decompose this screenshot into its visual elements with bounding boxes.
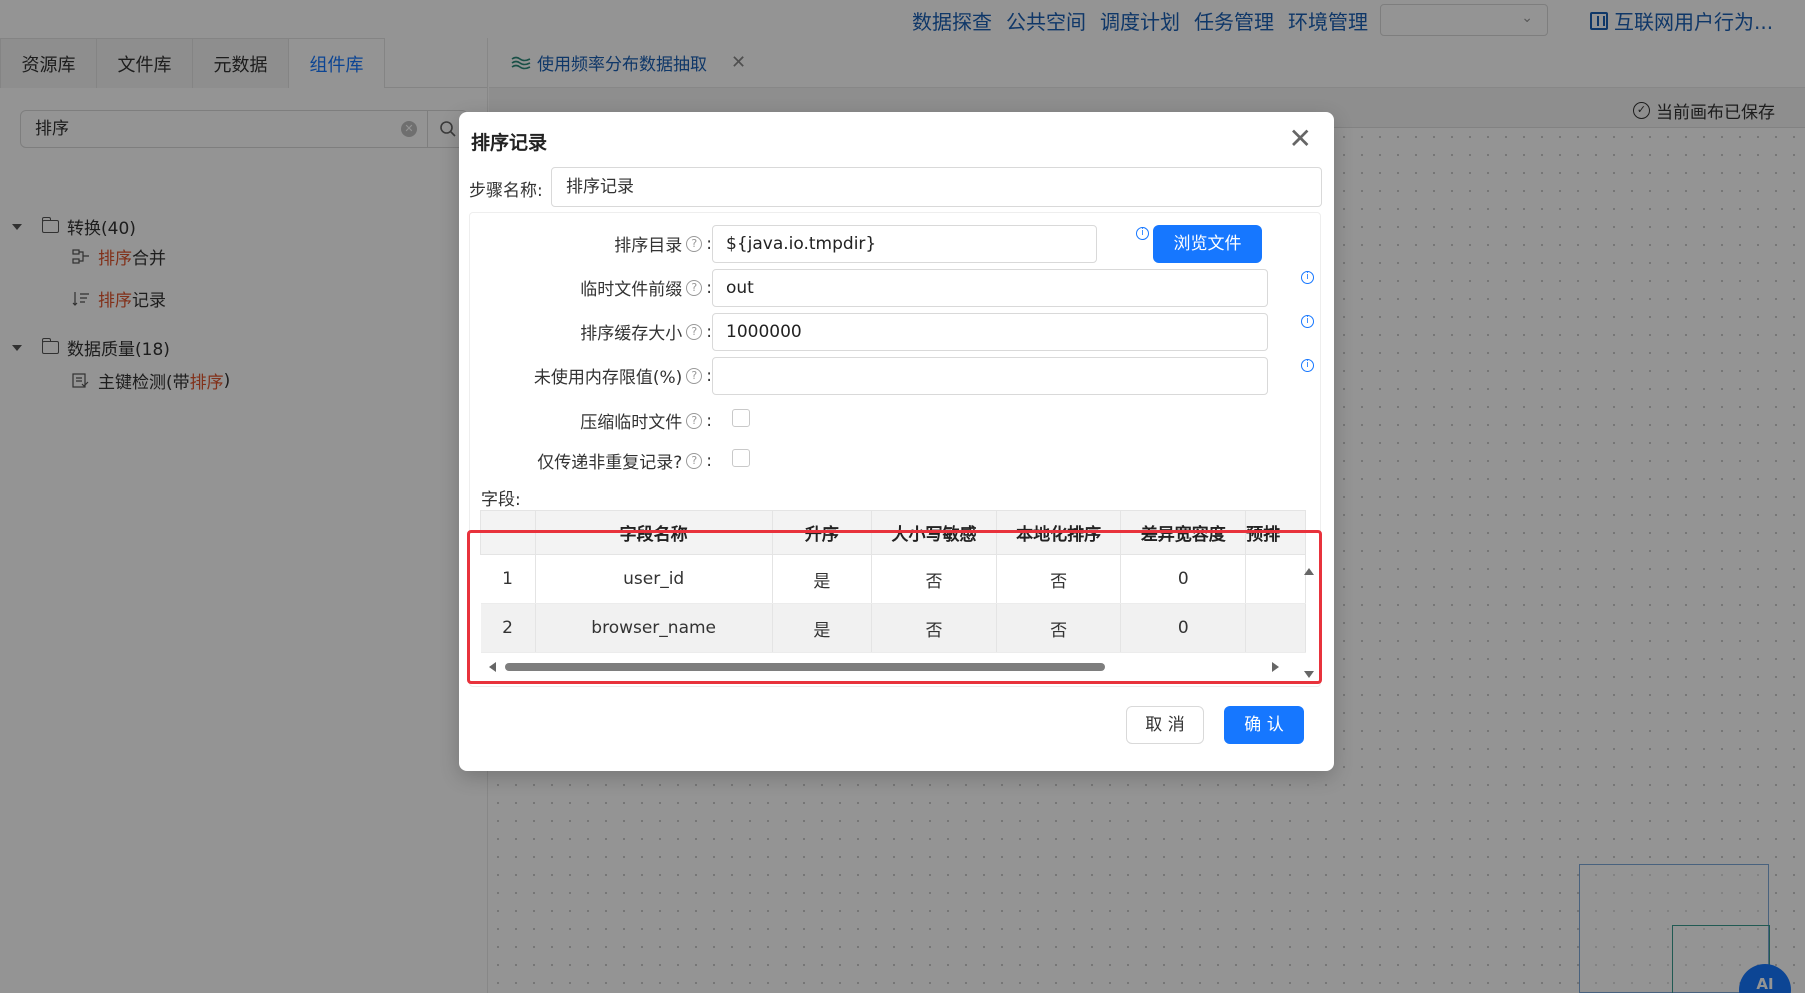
confirm-button[interactable]: 确 认 xyxy=(1224,706,1304,744)
close-icon[interactable]: ✕ xyxy=(1289,122,1312,155)
cache-label: 排序缓存大小 xyxy=(580,324,683,344)
unique-label-row: 仅传递非重复记录? ?: xyxy=(537,448,712,474)
cache-size-input[interactable]: 1000000 xyxy=(712,313,1268,351)
scroll-down-icon[interactable] xyxy=(1304,671,1314,678)
unique-label: 仅传递非重复记录? xyxy=(537,453,683,473)
fields-table: 字段名称 升序 大小写敏感 本地化排序 差异宽容度 预排 1 user_id 是… xyxy=(480,510,1306,653)
help-icon[interactable]: ? xyxy=(686,279,703,296)
help-icon[interactable]: ? xyxy=(686,367,703,384)
presorted-cell[interactable] xyxy=(1245,603,1306,653)
info-icon[interactable]: i xyxy=(1301,271,1314,284)
help-icon[interactable]: ? xyxy=(686,412,703,429)
scroll-thumb[interactable] xyxy=(505,663,1106,671)
sort-dir-label-row: 排序目录 ?: xyxy=(614,231,712,257)
fields-grid[interactable]: 字段名称 升序 大小写敏感 本地化排序 差异宽容度 预排 1 user_id 是… xyxy=(480,510,1306,684)
presorted-cell[interactable] xyxy=(1245,554,1306,604)
step-name-label: 步骤名称: xyxy=(469,181,543,201)
mem-label: 未使用内存限值(%) xyxy=(533,368,683,388)
help-icon[interactable]: ? xyxy=(686,235,703,252)
scroll-right-icon[interactable] xyxy=(1272,662,1279,672)
scroll-track[interactable] xyxy=(505,663,1265,671)
fields-label: 字段: xyxy=(481,490,521,510)
table-row[interactable]: 2 browser_name 是 否 否 0 xyxy=(480,603,1306,653)
help-icon[interactable]: ? xyxy=(686,323,703,340)
row-index: 1 xyxy=(480,554,536,604)
table-row[interactable]: 1 user_id 是 否 否 0 xyxy=(480,554,1306,604)
table-header-row: 字段名称 升序 大小写敏感 本地化排序 差异宽容度 预排 xyxy=(480,510,1306,555)
cancel-button[interactable]: 取 消 xyxy=(1126,706,1204,744)
column-header[interactable]: 升序 xyxy=(771,510,873,555)
prefix-input[interactable]: out xyxy=(712,269,1268,307)
sort-dir-input[interactable]: ${java.io.tmpdir} xyxy=(712,225,1097,263)
help-icon[interactable]: ? xyxy=(686,452,703,469)
tolerance-cell[interactable]: 0 xyxy=(1120,554,1247,604)
info-icon[interactable]: i xyxy=(1301,359,1314,372)
locale-sort-cell[interactable]: 否 xyxy=(996,554,1122,604)
column-header[interactable]: 大小写敏感 xyxy=(871,510,997,555)
sort-records-dialog: 排序记录 ✕ 步骤名称: 排序记录 排序目录 ?: ${java.io.tmpd… xyxy=(459,112,1334,771)
column-header[interactable]: 本地化排序 xyxy=(995,510,1122,555)
locale-sort-cell[interactable]: 否 xyxy=(996,603,1122,653)
prefix-label: 临时文件前缀 xyxy=(580,280,683,300)
compress-label-row: 压缩临时文件 ?: xyxy=(580,408,712,434)
scroll-left-icon[interactable] xyxy=(489,662,496,672)
case-sensitive-cell[interactable]: 否 xyxy=(871,603,997,653)
column-header[interactable]: 字段名称 xyxy=(534,510,773,555)
field-name-cell[interactable]: browser_name xyxy=(535,603,773,653)
column-header[interactable]: 预排 xyxy=(1245,510,1306,555)
step-name-input[interactable]: 排序记录 xyxy=(551,167,1322,207)
ascending-cell[interactable]: 是 xyxy=(772,554,873,604)
dialog-title: 排序记录 xyxy=(471,132,548,154)
prefix-label-row: 临时文件前缀 ?: xyxy=(580,275,712,301)
compress-checkbox[interactable] xyxy=(732,409,750,427)
browse-files-button[interactable]: 浏览文件 xyxy=(1153,225,1262,263)
horizontal-scrollbar[interactable] xyxy=(489,660,1279,674)
info-icon[interactable]: i xyxy=(1136,227,1149,240)
unique-checkbox[interactable] xyxy=(732,449,750,467)
cache-label-row: 排序缓存大小 ?: xyxy=(580,319,712,345)
vertical-scrollbar[interactable] xyxy=(1302,568,1316,678)
info-icon[interactable]: i xyxy=(1301,315,1314,328)
mem-limit-input[interactable] xyxy=(712,357,1268,395)
column-header[interactable]: 差异宽容度 xyxy=(1120,510,1247,555)
field-name-cell[interactable]: user_id xyxy=(535,554,773,604)
mem-label-row: 未使用内存限值(%) ?: xyxy=(533,363,712,389)
row-index: 2 xyxy=(480,603,536,653)
case-sensitive-cell[interactable]: 否 xyxy=(871,554,997,604)
ascending-cell[interactable]: 是 xyxy=(772,603,873,653)
column-header[interactable] xyxy=(480,510,536,555)
sort-dir-label: 排序目录 xyxy=(614,236,683,256)
tolerance-cell[interactable]: 0 xyxy=(1120,603,1247,653)
compress-label: 压缩临时文件 xyxy=(580,413,683,433)
scroll-up-icon[interactable] xyxy=(1304,568,1314,575)
